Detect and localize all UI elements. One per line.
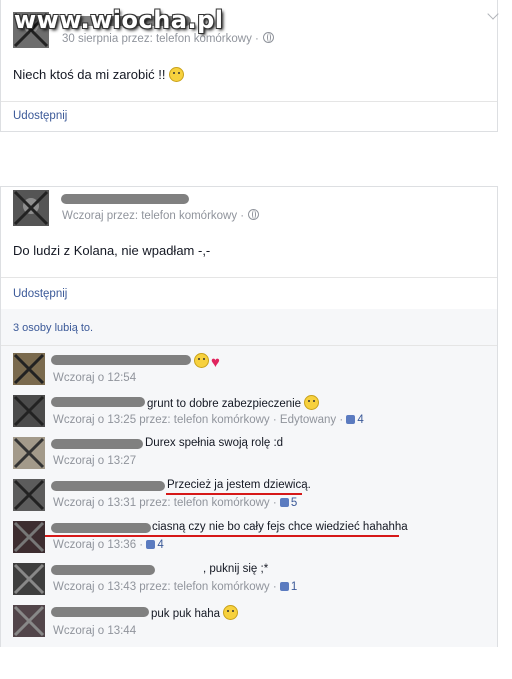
- avatar[interactable]: [13, 521, 45, 553]
- comment-text: Przecież ja jestem dziewicą.: [167, 479, 311, 491]
- comment-time[interactable]: Wczoraj o 13:27: [53, 455, 136, 467]
- post-text: Niech ktoś da mi zarobić !!: [13, 67, 185, 82]
- red-underline: [45, 535, 399, 537]
- comment-time[interactable]: Wczoraj o 12:54: [53, 372, 136, 384]
- author-name-redacted: [61, 194, 189, 204]
- commenter-name-redacted: [51, 523, 151, 533]
- comments-section: 3 osoby lubią to. ♥ Wczoraj o 12:54 grun…: [1, 309, 497, 647]
- divider: [1, 277, 497, 278]
- like-thumb-icon[interactable]: [279, 582, 289, 591]
- comment-meta: Wczoraj o 13:31 przez: telefon komórkowy…: [53, 497, 298, 509]
- comment-text: Durex spełnia swoją rolę :d: [145, 437, 284, 449]
- red-underline: [166, 493, 302, 495]
- emoji-icon: [194, 353, 209, 368]
- comment-text: ciasną czy nie bo cały fejs chce wiedzie…: [152, 521, 408, 533]
- emoji-icon: [223, 605, 239, 620]
- globe-icon: [248, 209, 260, 220]
- avatar[interactable]: [13, 353, 45, 385]
- share-link[interactable]: Udostępnij: [13, 110, 67, 122]
- avatar[interactable]: [13, 605, 45, 637]
- comment-text: grunt to dobre zabezpieczenie: [147, 395, 320, 410]
- like-thumb-icon[interactable]: [279, 498, 289, 507]
- heart-icon: ♥: [211, 354, 220, 371]
- commenter-name-redacted: [51, 481, 165, 491]
- commenter-name-redacted: [51, 565, 155, 575]
- avatar[interactable]: [13, 395, 45, 427]
- comment-text: puk puk haha: [151, 605, 239, 620]
- post-card-2: Wczoraj przez: telefon komórkowy · Do lu…: [0, 186, 498, 647]
- divider: [1, 345, 497, 346]
- emoji-icon: [304, 395, 320, 410]
- likes-count-link[interactable]: 3 osoby lubią to.: [13, 322, 93, 334]
- commenter-name-redacted: [51, 355, 191, 365]
- watermark-logo: www.wiocha.pl: [14, 6, 224, 34]
- commenter-name-redacted: [51, 607, 149, 617]
- comment-text: ♥: [194, 353, 220, 371]
- like-thumb-icon[interactable]: [146, 540, 156, 549]
- commenter-name-redacted: [51, 397, 145, 407]
- comment-time[interactable]: Wczoraj o 13:44: [53, 625, 136, 637]
- like-thumb-icon[interactable]: [346, 415, 356, 424]
- avatar[interactable]: [13, 479, 45, 511]
- avatar[interactable]: [13, 437, 45, 469]
- commenter-name-redacted: [51, 439, 143, 449]
- comment-meta: Wczoraj o 13:25 przez: telefon komórkowy…: [53, 414, 364, 426]
- emoji-icon: [169, 67, 185, 82]
- divider: [1, 101, 497, 102]
- post-text: Do ludzi z Kolana, nie wpadłam -,-: [13, 243, 211, 258]
- comment-meta: Wczoraj o 13:36 · 4: [53, 539, 164, 551]
- avatar[interactable]: [13, 563, 45, 595]
- comment-text: , puknij się ;*: [203, 563, 269, 575]
- avatar[interactable]: [13, 190, 49, 226]
- post-meta: Wczoraj przez: telefon komórkowy ·: [62, 209, 260, 222]
- comment-meta: Wczoraj o 13:43 przez: telefon komórkowy…: [53, 581, 298, 593]
- globe-icon: [262, 32, 274, 43]
- share-link[interactable]: Udostępnij: [13, 288, 67, 300]
- chevron-down-icon[interactable]: [487, 8, 499, 20]
